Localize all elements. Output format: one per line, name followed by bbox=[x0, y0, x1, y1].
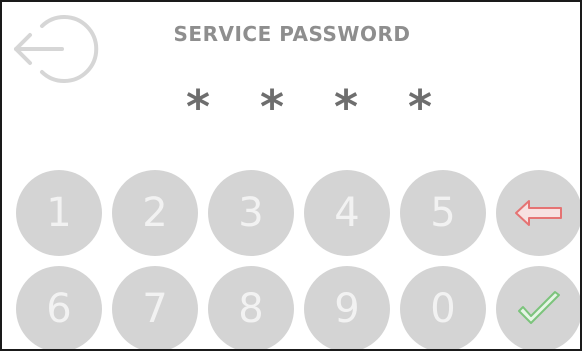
backspace-button[interactable] bbox=[496, 170, 580, 256]
confirm-button[interactable] bbox=[496, 266, 580, 349]
password-char-2: * bbox=[259, 80, 285, 134]
left-arrow-backspace-icon bbox=[515, 200, 562, 226]
key-6[interactable]: 6 bbox=[16, 266, 102, 349]
password-char-3: * bbox=[333, 80, 359, 134]
key-label: 6 bbox=[46, 286, 72, 332]
password-char-4: * bbox=[407, 80, 433, 134]
password-mask: * * * * bbox=[174, 80, 444, 134]
password-char-1: * bbox=[185, 80, 211, 134]
key-label: 4 bbox=[334, 190, 360, 236]
key-8[interactable]: 8 bbox=[208, 266, 294, 349]
key-label: 1 bbox=[46, 190, 72, 236]
checkmark-icon bbox=[518, 291, 560, 324]
key-7[interactable]: 7 bbox=[112, 266, 198, 349]
key-label: 7 bbox=[142, 286, 168, 332]
key-0[interactable]: 0 bbox=[400, 266, 486, 349]
key-label: 2 bbox=[142, 190, 168, 236]
page-title: SERVICE PASSWORD bbox=[173, 22, 411, 46]
key-3[interactable]: 3 bbox=[208, 170, 294, 256]
key-5[interactable]: 5 bbox=[400, 170, 486, 256]
logout-back-icon bbox=[14, 15, 99, 83]
service-password-screen: SERVICE PASSWORD * * * * 1 2 3 4 5 6 7 8… bbox=[0, 0, 582, 351]
key-label: 8 bbox=[238, 286, 264, 332]
key-9[interactable]: 9 bbox=[304, 266, 390, 349]
key-label: 0 bbox=[430, 286, 456, 332]
key-4[interactable]: 4 bbox=[304, 170, 390, 256]
key-2[interactable]: 2 bbox=[112, 170, 198, 256]
key-1[interactable]: 1 bbox=[16, 170, 102, 256]
back-button[interactable] bbox=[12, 10, 104, 88]
key-label: 9 bbox=[334, 286, 360, 332]
key-label: 5 bbox=[430, 190, 456, 236]
key-label: 3 bbox=[238, 190, 264, 236]
